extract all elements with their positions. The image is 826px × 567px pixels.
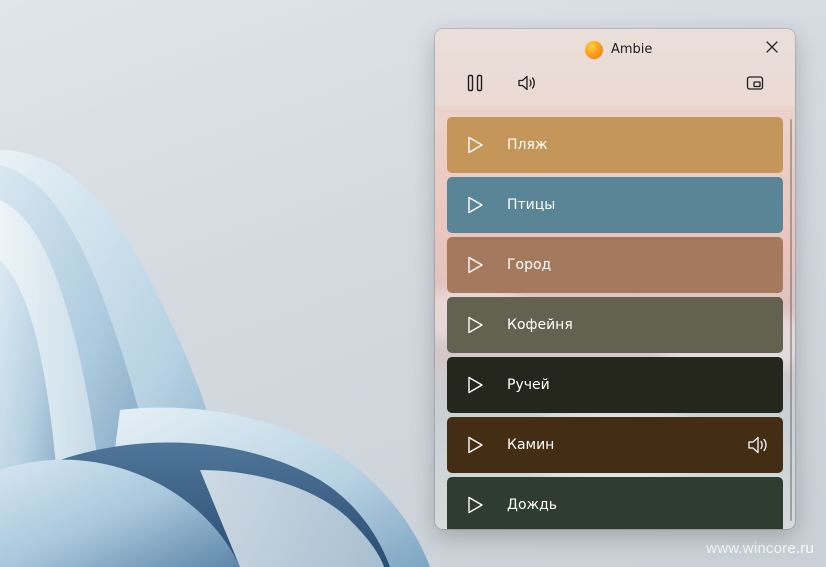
watermark: www.wincore.ru: [706, 540, 814, 557]
sound-card[interactable]: Камин: [447, 417, 783, 473]
sound-label: Кофейня: [507, 317, 573, 333]
pause-button[interactable]: [459, 67, 491, 99]
sound-label: Город: [507, 257, 552, 273]
sound-label: Ручей: [507, 377, 550, 393]
toolbar: [435, 67, 795, 105]
desktop: www.wincore.ru Ambie Пляж Птицы Город Ко…: [0, 0, 826, 567]
sound-card[interactable]: Кофейня: [447, 297, 783, 353]
sound-list[interactable]: Пляж Птицы Город Кофейня Ручей Камин Дождь: [435, 106, 795, 529]
sound-card[interactable]: Птицы: [447, 177, 783, 233]
scrollbar[interactable]: [790, 119, 792, 521]
close-button[interactable]: [760, 35, 784, 59]
sound-label: Птицы: [507, 197, 556, 213]
sound-card[interactable]: Ручей: [447, 357, 783, 413]
volume-button[interactable]: [511, 67, 543, 99]
play-icon[interactable]: [465, 135, 485, 155]
play-icon[interactable]: [465, 195, 485, 215]
volume-icon: [518, 75, 535, 91]
sound-card[interactable]: Дождь: [447, 477, 783, 529]
play-icon[interactable]: [465, 435, 485, 455]
title-bar[interactable]: Ambie: [435, 29, 795, 71]
app-title: Ambie: [611, 42, 653, 57]
ambie-window: Ambie Пляж Птицы Город Кофейня Ручей Кам…: [435, 29, 795, 529]
sound-card[interactable]: Пляж: [447, 117, 783, 173]
volume-icon[interactable]: [747, 435, 769, 455]
close-icon: [766, 41, 778, 53]
pause-icon: [467, 74, 483, 92]
sound-label: Пляж: [507, 137, 548, 153]
sound-label: Камин: [507, 437, 555, 453]
play-icon[interactable]: [465, 315, 485, 335]
sound-card[interactable]: Город: [447, 237, 783, 293]
compact-overlay-icon: [746, 76, 764, 90]
play-icon[interactable]: [465, 495, 485, 515]
compact-overlay-button[interactable]: [739, 67, 771, 99]
play-icon[interactable]: [465, 375, 485, 395]
ambie-logo-icon: [585, 41, 603, 59]
play-icon[interactable]: [465, 255, 485, 275]
sound-label: Дождь: [507, 497, 558, 513]
